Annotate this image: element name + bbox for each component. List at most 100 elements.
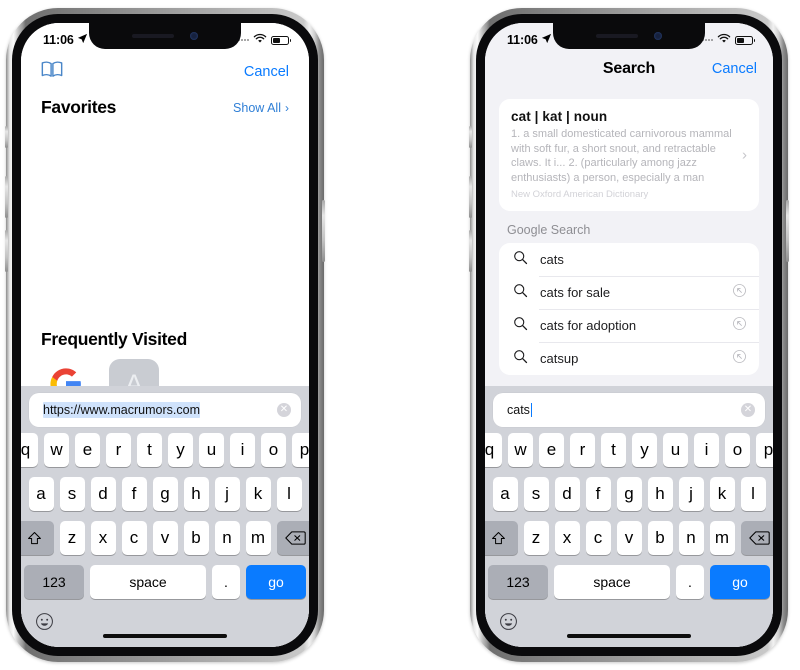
key-m[interactable]: m [709, 521, 735, 555]
key-j[interactable]: j [214, 477, 240, 511]
key-n[interactable]: n [678, 521, 704, 555]
keyboard-row-1-left: q w e r t y u i o p [21, 433, 309, 467]
key-w[interactable]: w [508, 433, 533, 467]
silence-switch-right[interactable] [469, 126, 472, 148]
key-p[interactable]: p [292, 433, 309, 467]
numbers-key[interactable]: 123 [488, 565, 548, 599]
space-key[interactable]: space [90, 565, 206, 599]
shift-icon[interactable] [21, 521, 54, 555]
key-k[interactable]: k [709, 477, 735, 511]
key-p[interactable]: p [756, 433, 773, 467]
key-t[interactable]: t [137, 433, 162, 467]
numbers-key[interactable]: 123 [24, 565, 84, 599]
emoji-icon[interactable] [499, 612, 518, 636]
period-key[interactable]: . [676, 565, 704, 599]
shift-icon[interactable] [485, 521, 518, 555]
key-g[interactable]: g [152, 477, 178, 511]
period-key[interactable]: . [212, 565, 240, 599]
key-d[interactable]: d [90, 477, 116, 511]
volume-down-button-right[interactable] [469, 230, 472, 272]
key-j[interactable]: j [678, 477, 704, 511]
clear-circle-icon-right[interactable]: ✕ [741, 403, 755, 417]
key-t[interactable]: t [601, 433, 626, 467]
key-h[interactable]: h [647, 477, 673, 511]
clear-circle-icon-left[interactable]: ✕ [277, 403, 291, 417]
space-key[interactable]: space [554, 565, 670, 599]
key-k[interactable]: k [245, 477, 271, 511]
key-f[interactable]: f [585, 477, 611, 511]
key-u[interactable]: u [199, 433, 224, 467]
show-all-label: Show All [233, 100, 281, 115]
go-key[interactable]: go [710, 565, 770, 599]
cancel-button-right[interactable]: Cancel [712, 61, 757, 77]
key-i[interactable]: i [694, 433, 719, 467]
keyboard-row-4-left: 123 space . go [24, 565, 306, 599]
key-l[interactable]: l [740, 477, 766, 511]
show-all-button[interactable]: Show All › [233, 101, 289, 115]
search-input-right[interactable]: cats ✕ [493, 393, 765, 427]
volume-up-button[interactable] [5, 176, 8, 218]
volume-down-button[interactable] [5, 230, 8, 272]
autofill-arrow-icon[interactable] [732, 283, 747, 303]
go-key[interactable]: go [246, 565, 306, 599]
key-w[interactable]: w [44, 433, 69, 467]
key-q[interactable]: q [485, 433, 502, 467]
key-a[interactable]: a [492, 477, 518, 511]
device-bezel-left: 11:06 Cancel Favorites Show All › Freque… [12, 14, 318, 656]
dictionary-card[interactable]: cat | kat | noun 1. a small domesticated… [499, 99, 759, 212]
key-e[interactable]: e [539, 433, 564, 467]
volume-up-button-right[interactable] [469, 176, 472, 218]
key-b[interactable]: b [183, 521, 209, 555]
key-z[interactable]: z [59, 521, 85, 555]
autofill-arrow-icon[interactable] [732, 349, 747, 369]
key-v[interactable]: v [152, 521, 178, 555]
power-button-right[interactable] [786, 200, 789, 262]
backspace-icon[interactable] [740, 521, 773, 555]
key-o[interactable]: o [261, 433, 286, 467]
key-y[interactable]: y [168, 433, 193, 467]
key-f[interactable]: f [121, 477, 147, 511]
key-c[interactable]: c [121, 521, 147, 555]
key-z[interactable]: z [523, 521, 549, 555]
key-x[interactable]: x [554, 521, 580, 555]
key-a[interactable]: a [28, 477, 54, 511]
key-m[interactable]: m [245, 521, 271, 555]
key-o[interactable]: o [725, 433, 750, 467]
key-u[interactable]: u [663, 433, 688, 467]
key-i[interactable]: i [230, 433, 255, 467]
key-c[interactable]: c [585, 521, 611, 555]
key-r[interactable]: r [570, 433, 595, 467]
key-b[interactable]: b [647, 521, 673, 555]
autofill-arrow-icon[interactable] [732, 316, 747, 336]
url-input-left[interactable]: https://www.macrumors.com ✕ [29, 393, 301, 427]
key-y[interactable]: y [632, 433, 657, 467]
key-e[interactable]: e [75, 433, 100, 467]
list-item[interactable]: cats for adoption [499, 309, 759, 342]
search-icon [513, 283, 528, 303]
key-h[interactable]: h [183, 477, 209, 511]
list-item[interactable]: catsup [499, 342, 759, 375]
key-d[interactable]: d [554, 477, 580, 511]
silence-switch[interactable] [5, 126, 8, 148]
home-indicator-left[interactable] [103, 634, 227, 638]
status-time: 11:06 [43, 33, 74, 47]
key-q[interactable]: q [21, 433, 38, 467]
keyboard-rows-left: q w e r t y u i o p a s d f g h j k l z … [21, 433, 309, 599]
home-indicator-right[interactable] [567, 634, 691, 638]
bookmarks-icon[interactable] [41, 61, 63, 83]
list-item[interactable]: cats for sale [499, 276, 759, 309]
key-v[interactable]: v [616, 521, 642, 555]
backspace-icon[interactable] [276, 521, 309, 555]
key-l[interactable]: l [276, 477, 302, 511]
earpiece-speaker-icon-right [596, 34, 638, 38]
key-x[interactable]: x [90, 521, 116, 555]
cancel-button-left[interactable]: Cancel [244, 64, 289, 80]
emoji-icon[interactable] [35, 612, 54, 636]
key-g[interactable]: g [616, 477, 642, 511]
list-item[interactable]: cats [499, 243, 759, 276]
key-r[interactable]: r [106, 433, 131, 467]
key-s[interactable]: s [59, 477, 85, 511]
power-button[interactable] [322, 200, 325, 262]
key-s[interactable]: s [523, 477, 549, 511]
key-n[interactable]: n [214, 521, 240, 555]
